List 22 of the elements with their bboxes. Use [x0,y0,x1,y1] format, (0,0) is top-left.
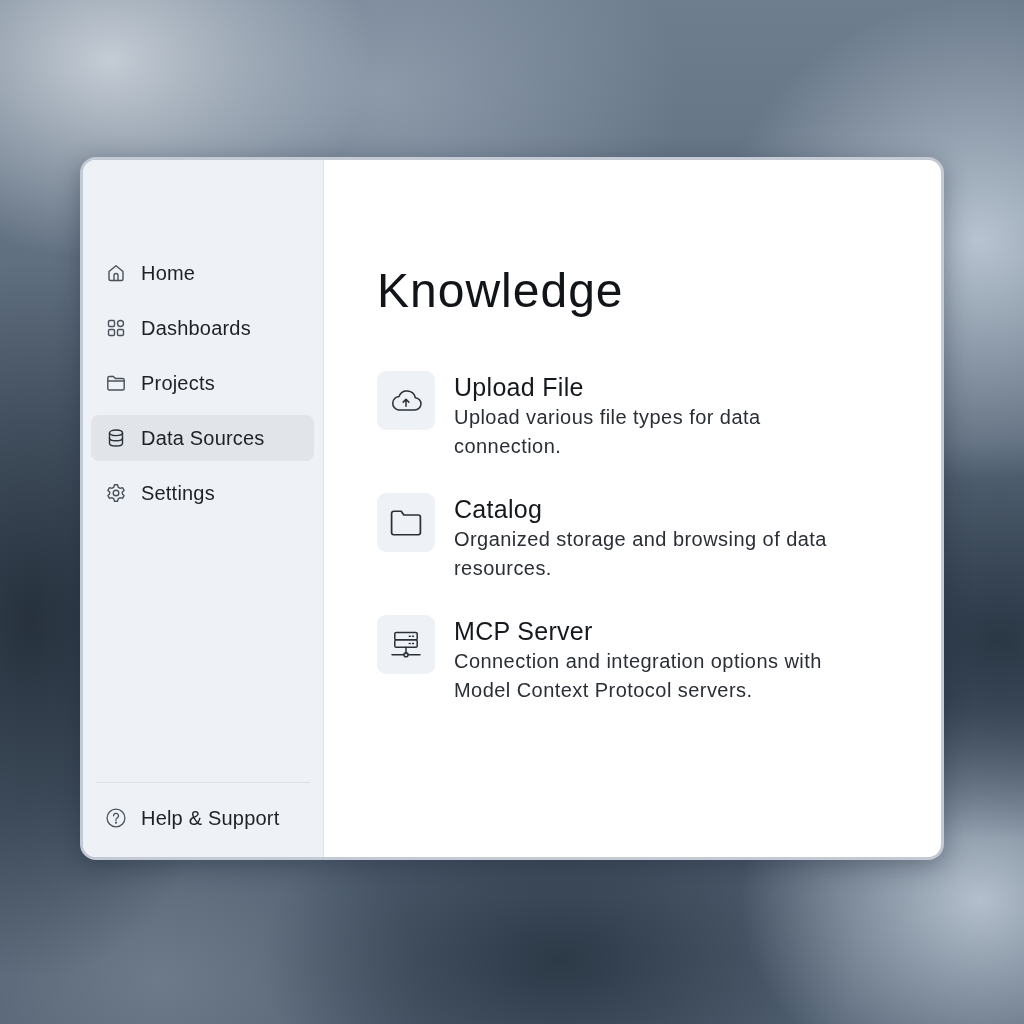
folder-icon [377,493,435,552]
option-title[interactable]: Upload File [454,371,584,403]
sidebar-item[interactable]: Projects [91,360,314,406]
home-icon [106,263,126,283]
option-title[interactable]: MCP Server [454,615,593,647]
database-icon [106,428,126,448]
cloud-upload-icon [377,371,435,430]
gear-icon [106,483,126,503]
sidebar-item[interactable]: Dashboards [91,305,314,351]
page-title: Knowledge [377,263,625,319]
grid-icon [106,318,126,338]
option-description: Upload various file types for data connection. [454,405,762,459]
option-title[interactable]: Catalog [454,493,543,525]
server-icon [377,615,435,674]
option-description: Organized storage and browsing of data resources. [454,527,828,581]
sidebar-item[interactable]: Home [91,250,314,296]
option-description: Connection and integration options with Model Context Protocol servers. [454,649,823,703]
help-support-link[interactable]: Help & Support [91,795,314,841]
sidebar-item[interactable]: Data Sources [91,415,314,461]
sidebar-item[interactable]: Settings [91,470,314,516]
folder-icon [106,373,126,393]
help-icon [106,808,126,828]
